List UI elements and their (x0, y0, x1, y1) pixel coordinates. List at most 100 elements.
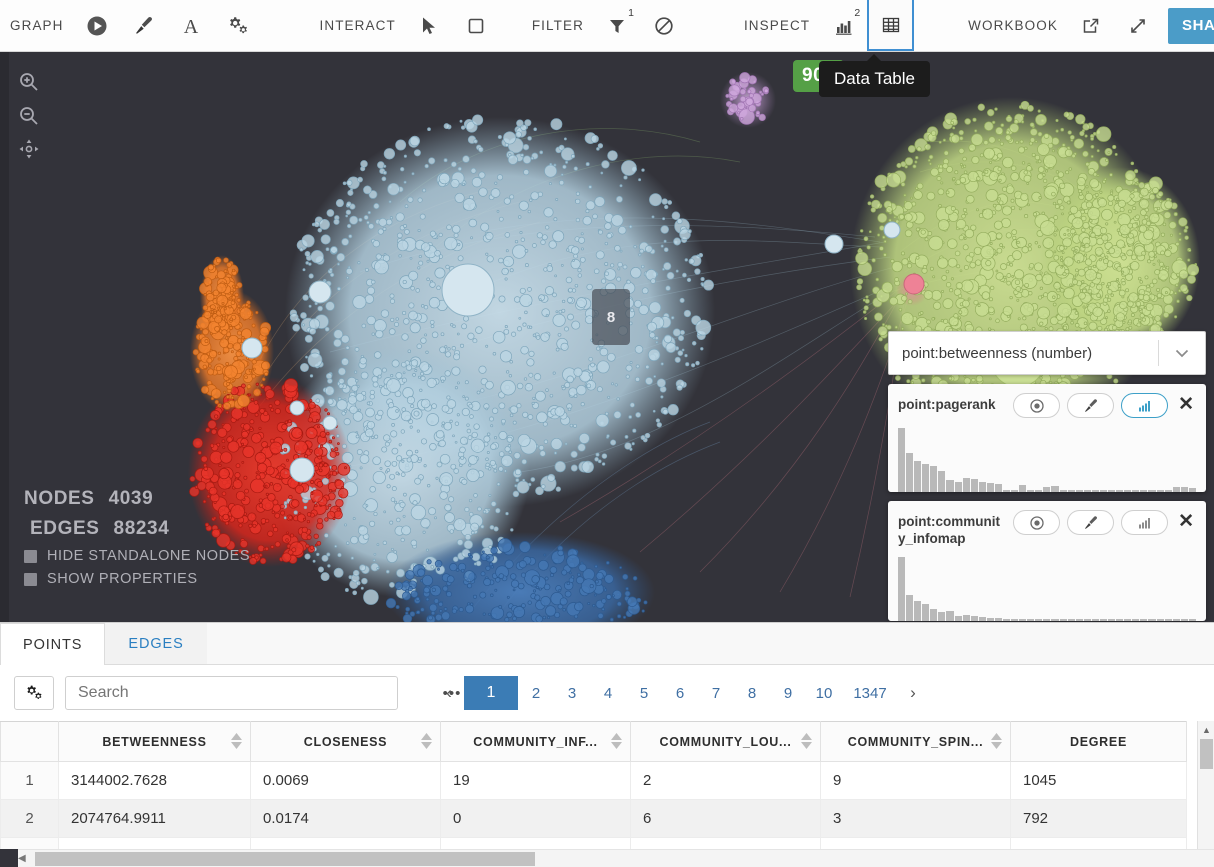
paintbrush-icon[interactable] (1067, 393, 1114, 418)
table-row[interactable]: 1 3144002.7628 0.0069 19 2 9 1045 (1, 762, 1187, 800)
tab-edges[interactable]: EDGES (105, 623, 206, 664)
scroll-left-icon[interactable]: ◀ (18, 853, 26, 864)
share-button[interactable]: SHARE (1168, 8, 1214, 44)
show-properties-label: SHOW PROPERTIES (47, 571, 198, 587)
cell-degree: 792 (1011, 800, 1187, 838)
toolbar-label-inspect: INSPECT (734, 18, 820, 33)
column-header-community-infomap[interactable]: COMMUNITY_INF... (441, 722, 631, 762)
pagination-page-10[interactable]: 10 (806, 676, 842, 710)
column-header-betweenness[interactable]: BETWEENNESS (59, 722, 251, 762)
text-label-icon[interactable]: A (168, 0, 215, 51)
sort-icon[interactable] (421, 733, 432, 749)
pagination-last-page[interactable]: 1347 (842, 676, 898, 710)
pagination-page-2[interactable]: 2 (518, 676, 554, 710)
zoom-out-icon[interactable] (17, 104, 41, 128)
checkbox-box (24, 550, 37, 563)
pagination-page-8[interactable]: 8 (734, 676, 770, 710)
paintbrush-icon[interactable] (1067, 510, 1114, 535)
search-input[interactable] (65, 676, 398, 710)
zoom-in-icon[interactable] (17, 70, 41, 94)
cell-community-louvain: 2 (631, 762, 821, 800)
open-external-icon[interactable] (1068, 0, 1115, 51)
histogram-card: point:pagerank ✕ (888, 384, 1206, 492)
column-settings-icon[interactable] (14, 676, 54, 710)
tab-points[interactable]: POINTS (0, 623, 105, 665)
color-target-icon[interactable] (1013, 510, 1060, 535)
column-header-community-spinglass[interactable]: COMMUNITY_SPIN... (821, 722, 1011, 762)
cell-betweenness: 3144002.7628 (59, 762, 251, 800)
histogram-icon[interactable] (1121, 510, 1168, 535)
funnel-filter-icon[interactable]: 1 (594, 0, 641, 51)
pointer-icon[interactable] (406, 0, 453, 51)
chevron-down-icon[interactable] (1159, 343, 1205, 363)
graph-settings-icon[interactable] (215, 0, 262, 51)
histogram-bars[interactable] (898, 553, 1196, 621)
pagination-ellipsis: ••• (434, 676, 470, 710)
cell-closeness: 0.0069 (251, 762, 441, 800)
vertical-scroll-thumb[interactable] (1200, 739, 1213, 769)
toolbar-label-filter: FILTER (522, 18, 594, 33)
pagination-next[interactable]: › (898, 676, 928, 710)
graph-canvas[interactable]: 8 903 NODES4039 EDGES88234 HIDE STANDALO… (0, 52, 1214, 622)
center-graph-icon[interactable] (17, 137, 41, 161)
histogram-header: point:community_infomap ✕ (898, 510, 1196, 547)
nodes-value: 4039 (109, 488, 154, 509)
data-table-tooltip: Data Table (819, 61, 930, 97)
column-header-degree[interactable]: DEGREE (1011, 722, 1187, 762)
pagination-page-1[interactable]: 1 (464, 676, 518, 710)
toolbar-group-inspect: INSPECT 2 (688, 0, 914, 51)
pagination-page-9[interactable]: 9 (770, 676, 806, 710)
attribute-select[interactable]: point:betweenness (number) (888, 331, 1206, 375)
svg-text:A: A (184, 16, 199, 38)
edges-label: EDGES (30, 518, 100, 539)
sort-icon[interactable] (801, 733, 812, 749)
sort-icon[interactable] (611, 733, 622, 749)
edges-stat: EDGES 88234 (30, 518, 250, 540)
pagination-page-3[interactable]: 3 (554, 676, 590, 710)
table-vertical-scrollbar[interactable]: ▲ ▼ (1197, 721, 1214, 866)
row-number: 1 (1, 762, 59, 800)
close-icon[interactable]: ✕ (1168, 393, 1196, 414)
cluster-count-badge[interactable]: 8 (592, 289, 630, 345)
close-icon[interactable]: ✕ (1168, 510, 1196, 531)
column-header-community-louvain[interactable]: COMMUNITY_LOU... (631, 722, 821, 762)
sort-icon[interactable] (231, 733, 242, 749)
filter-badge-count: 1 (628, 8, 634, 19)
pagination-page-7[interactable]: 7 (698, 676, 734, 710)
cell-community-louvain: 6 (631, 800, 821, 838)
scroll-up-icon[interactable]: ▲ (1202, 725, 1211, 735)
show-properties-checkbox[interactable]: SHOW PROPERTIES (24, 571, 250, 587)
column-header-closeness[interactable]: CLOSENESS (251, 722, 441, 762)
toolbar-group-filter: FILTER 1 (500, 0, 688, 51)
nodes-label: NODES (24, 488, 95, 509)
data-table-icon[interactable] (867, 0, 914, 51)
histogram-icon[interactable]: 2 (820, 0, 867, 51)
horizontal-scroll-thumb[interactable] (35, 852, 535, 866)
color-target-icon[interactable] (1013, 393, 1060, 418)
data-grid: BETWEENNESS CLOSENESS COMMUNITY_INF... (0, 721, 1187, 867)
checkbox-box (24, 573, 37, 586)
pagination-page-6[interactable]: 6 (662, 676, 698, 710)
sort-icon[interactable] (991, 733, 1002, 749)
column-header-rownum (1, 722, 59, 762)
cell-closeness: 0.0174 (251, 800, 441, 838)
edges-value: 88234 (114, 518, 170, 539)
toolbar-label-workbook: WORKBOOK (958, 18, 1068, 33)
hide-standalone-nodes-label: HIDE STANDALONE NODES (47, 548, 250, 564)
exclusion-icon[interactable] (641, 0, 688, 51)
paintbrush-icon[interactable] (121, 0, 168, 51)
marquee-select-icon[interactable] (453, 0, 500, 51)
hide-standalone-nodes-checkbox[interactable]: HIDE STANDALONE NODES (24, 548, 250, 564)
row-number: 2 (1, 800, 59, 838)
data-table-panel: POINTS EDGES ‹ 1 2 3 4 5 6 7 8 9 (0, 622, 1214, 867)
pagination-page-4[interactable]: 4 (590, 676, 626, 710)
fullscreen-icon[interactable] (1115, 0, 1162, 51)
table-row[interactable]: 2 2074764.9911 0.0174 0 6 3 792 (1, 800, 1187, 838)
histogram-icon[interactable] (1121, 393, 1168, 418)
histogram-bars[interactable] (898, 424, 1196, 492)
cell-degree: 1045 (1011, 762, 1187, 800)
play-icon[interactable] (74, 0, 121, 51)
pagination-page-5[interactable]: 5 (626, 676, 662, 710)
table-horizontal-scrollbar[interactable]: ◀ (0, 849, 1214, 867)
scrollbar-corner (0, 849, 18, 867)
